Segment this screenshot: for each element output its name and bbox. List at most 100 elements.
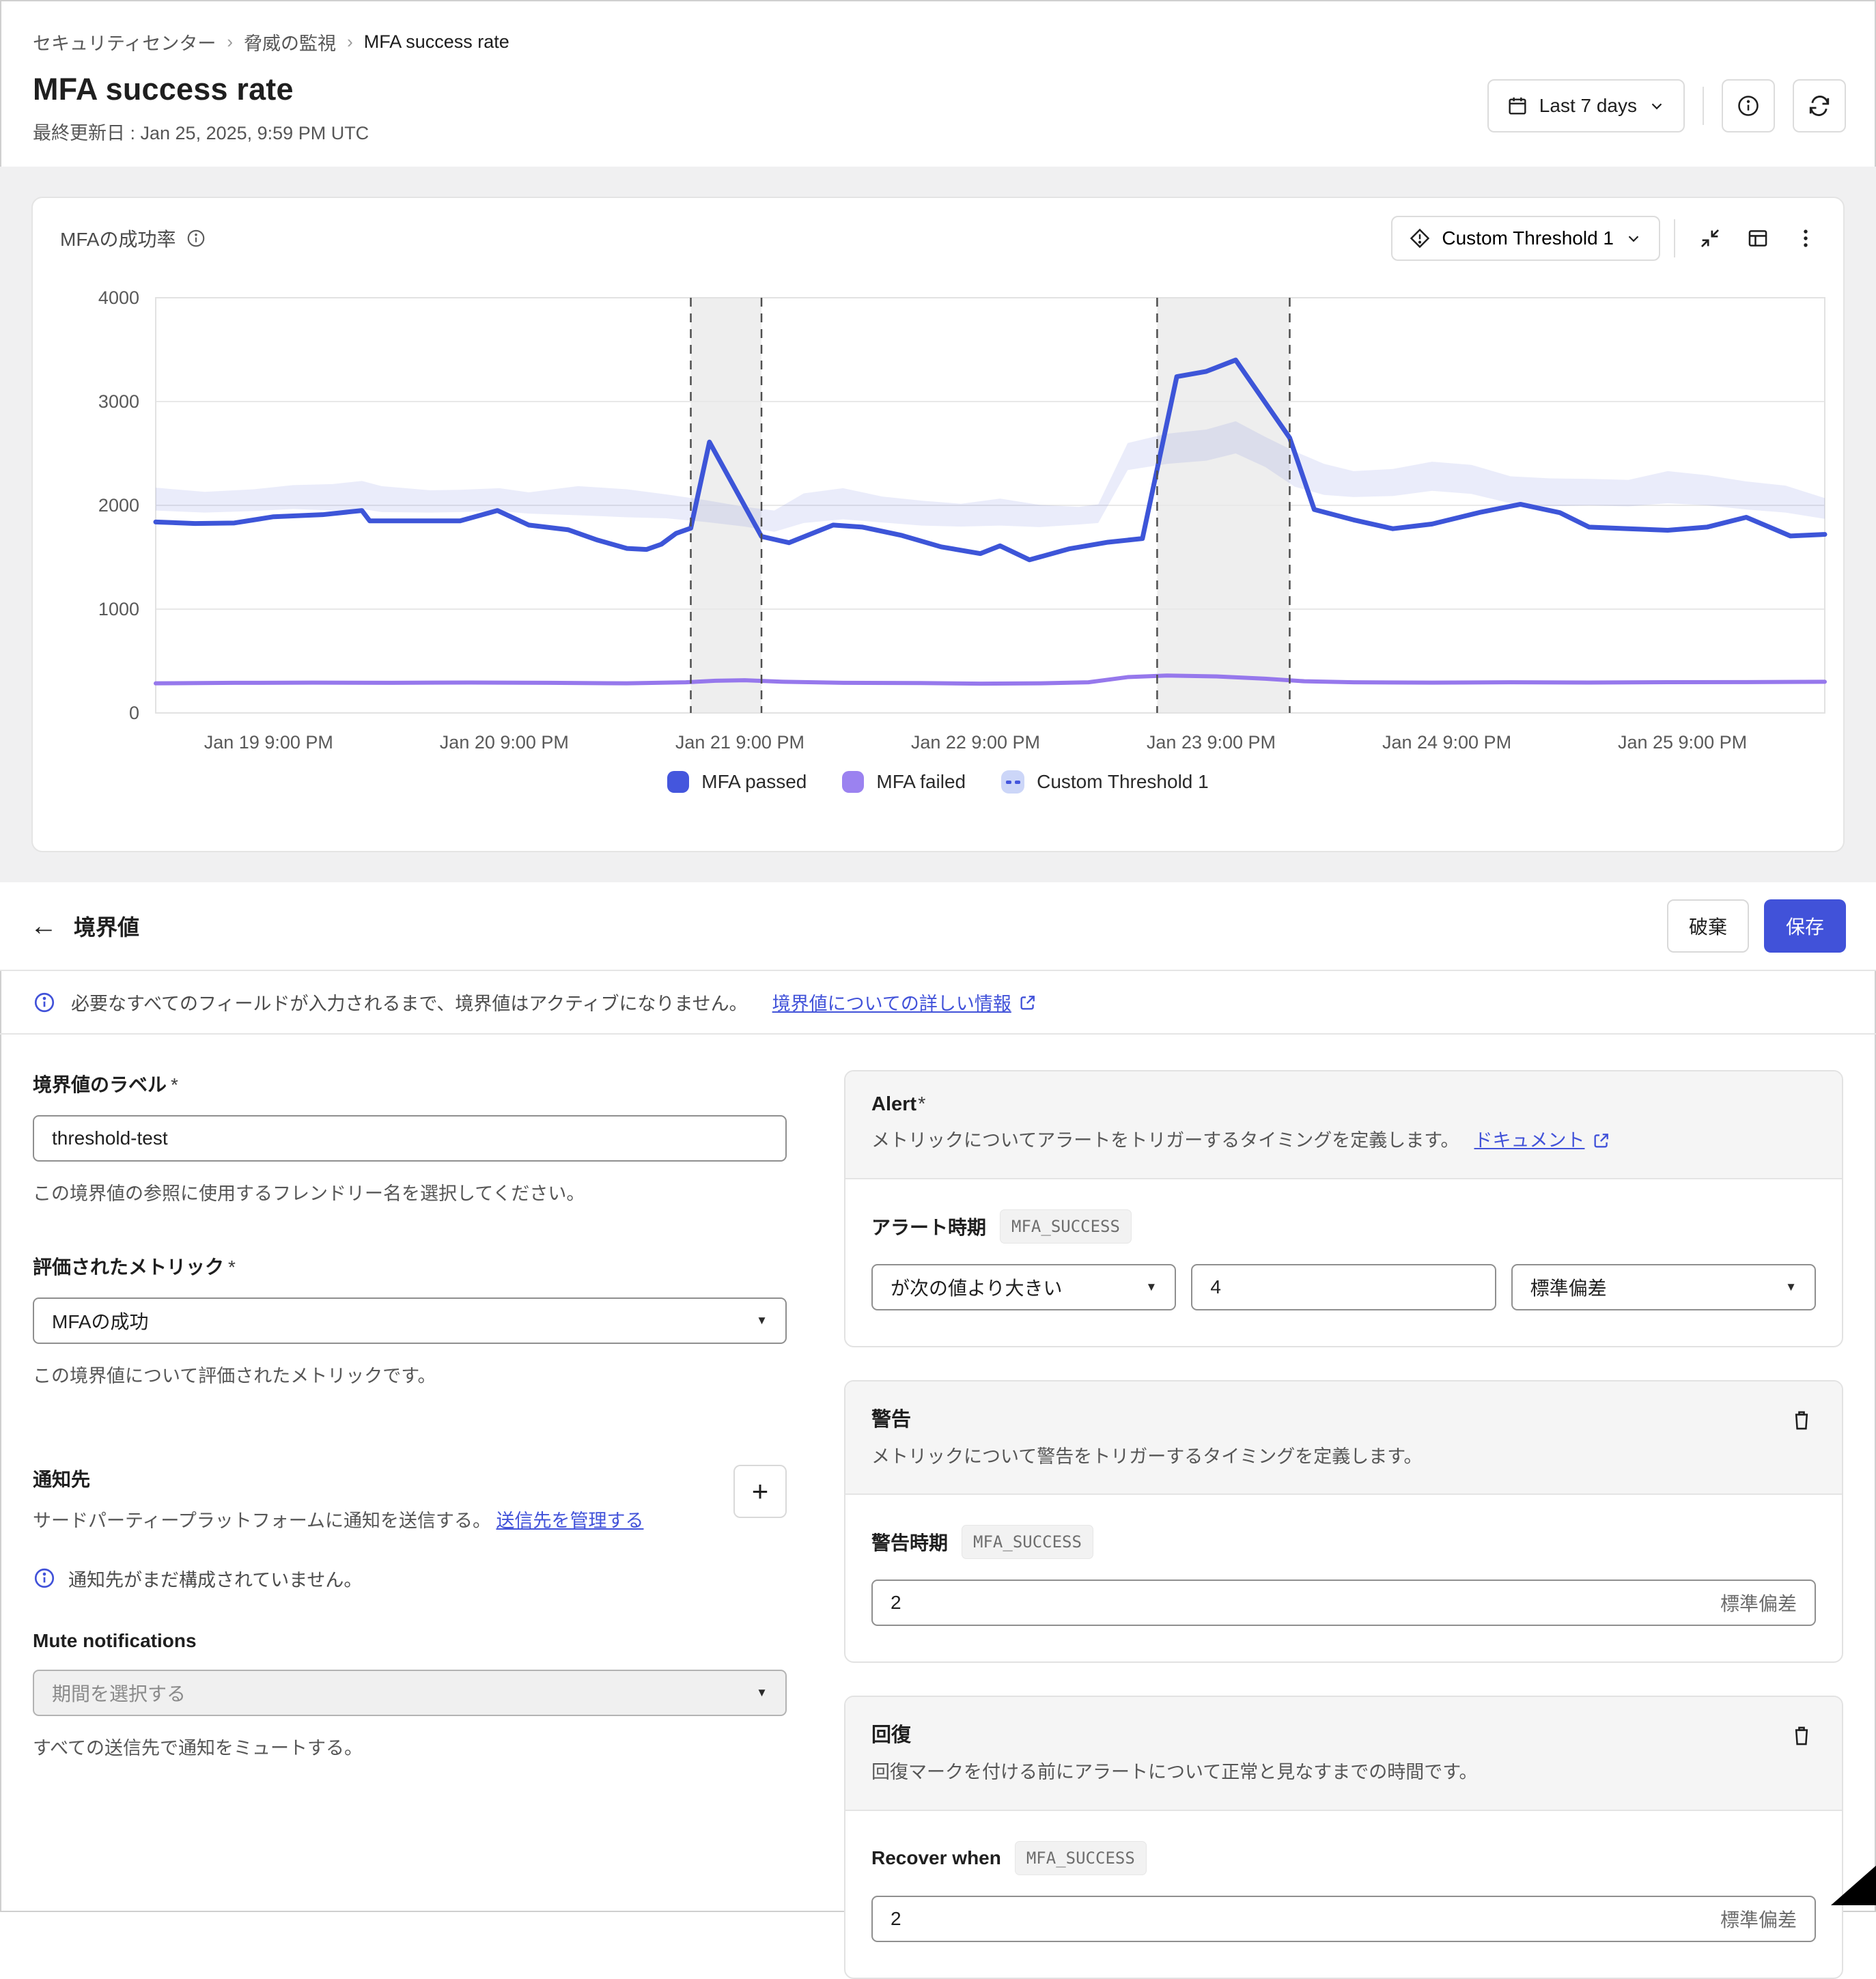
chevron-down-icon	[1625, 229, 1642, 247]
x-axis-label: Jan 24 9:00 PM	[1382, 732, 1511, 753]
discard-button[interactable]: 破棄	[1666, 899, 1749, 953]
info-icon[interactable]	[186, 228, 206, 249]
breadcrumb-separator: ›	[347, 31, 353, 52]
threshold-label-input[interactable]	[33, 1115, 787, 1162]
recovery-card-title: 回復	[871, 1724, 912, 1746]
mute-period-placeholder: 期間を選択する	[52, 1683, 186, 1704]
legend-item[interactable]: MFA failed	[842, 771, 966, 793]
recovery-card: 回復 回復マークを付ける前にアラートについて正常と見なすまでの時間です。 Rec…	[844, 1696, 1843, 1979]
refresh-button[interactable]	[1793, 79, 1846, 132]
threshold-info-link[interactable]: 境界値についての詳しい情報	[772, 989, 1011, 1015]
caret-down-icon: ▼	[1785, 1280, 1797, 1293]
legend-label: Custom Threshold 1	[1037, 771, 1209, 792]
divider	[1703, 87, 1704, 125]
y-axis-label: 0	[129, 703, 139, 723]
page-header: セキュリティセンター › 脅威の監視 › MFA success rate MF…	[0, 0, 1876, 167]
x-axis-label: Jan 19 9:00 PM	[204, 732, 333, 753]
evaluated-metric-help: この境界値について評価されたメトリックです。	[33, 1366, 436, 1387]
threshold-editor-bar: ← 境界値 破棄 保存	[0, 882, 1876, 971]
breadcrumb-threat-monitoring[interactable]: 脅威の監視	[244, 29, 336, 55]
threshold-selector[interactable]: Custom Threshold 1	[1391, 216, 1660, 261]
delete-warning-button[interactable]	[1782, 1401, 1821, 1440]
caret-down-icon: ▼	[756, 1314, 768, 1328]
mfa-failed-line	[154, 673, 1827, 686]
x-axis-label: Jan 21 9:00 PM	[675, 732, 804, 753]
caret-down-icon: ▼	[756, 1685, 768, 1699]
alert-doc-link[interactable]: ドキュメント	[1474, 1127, 1585, 1155]
date-range-button[interactable]: Last 7 days	[1487, 79, 1685, 132]
table-view-button[interactable]	[1737, 217, 1779, 259]
threshold-editor-title: 境界値	[74, 915, 140, 940]
manage-destinations-link[interactable]: 送信先を管理する	[496, 1511, 643, 1531]
kebab-icon	[1804, 229, 1808, 247]
x-axis-label: Jan 20 9:00 PM	[440, 732, 569, 753]
form-right-column: Alert* メトリックについてアラートをトリガーするタイミングを定義します。 …	[844, 1070, 1843, 1979]
mfa-passed-line	[153, 357, 1828, 563]
banner-text: 必要なすべてのフィールドが入力されるまで、境界値はアクティブになりません。	[71, 994, 748, 1014]
recovery-unit-suffix: 標準偏差	[1720, 1909, 1797, 1931]
threshold-form: 境界値のラベル* この境界値の参照に使用するフレンドリー名を選択してください。 …	[0, 1035, 1876, 1979]
add-notification-button[interactable]: +	[733, 1465, 787, 1519]
recovery-value-input[interactable]	[871, 1895, 1816, 1942]
chart-tools	[1689, 217, 1827, 259]
warning-card-desc: メトリックについて警告をトリガーするタイミングを定義します。	[871, 1446, 1423, 1467]
alert-diamond-icon	[1409, 227, 1431, 249]
alert-card: Alert* メトリックについてアラートをトリガーするタイミングを定義します。 …	[844, 1070, 1843, 1347]
notifications-desc: サードパーティープラットフォームに通知を送信する。	[33, 1511, 491, 1532]
mfa-success-rate-chart[interactable]: 0 1000 2000 3000 4000 Jan 19 9:00 PM Jan 20 9:…	[33, 270, 1873, 769]
recovery-when-label: Recover when	[871, 1847, 1001, 1868]
info-icon	[33, 1567, 56, 1590]
legend-label: MFA failed	[876, 771, 966, 792]
date-range-label: Last 7 days	[1539, 95, 1637, 116]
mute-period-select[interactable]: 期間を選択する ▼	[33, 1669, 787, 1716]
recovery-card-desc: 回復マークを付ける前にアラートについて正常と見なすまでの時間です。	[871, 1762, 1478, 1782]
mute-notifications-label: Mute notifications	[33, 1629, 197, 1651]
more-options-button[interactable]	[1784, 217, 1827, 259]
legend-marker	[1001, 770, 1025, 794]
warning-value-input[interactable]	[871, 1580, 1816, 1626]
legend-item[interactable]: Custom Threshold 1	[1001, 770, 1209, 794]
legend-marker	[667, 771, 690, 793]
form-left-column: 境界値のラベル* この境界値の参照に使用するフレンドリー名を選択してください。 …	[33, 1070, 787, 1979]
calendar-icon	[1507, 95, 1528, 117]
notifications-title: 通知先	[33, 1469, 91, 1491]
y-axis-label: 4000	[98, 287, 139, 308]
x-axis-label: Jan 22 9:00 PM	[911, 732, 1040, 753]
chart-card-header: MFAの成功率 Custom Threshold 1	[33, 198, 1843, 261]
refresh-icon	[1809, 96, 1830, 116]
y-axis-label: 2000	[98, 495, 139, 516]
back-arrow-icon[interactable]: ←	[30, 911, 74, 942]
alert-value-input[interactable]	[1191, 1263, 1496, 1310]
breadcrumb: セキュリティセンター › 脅威の監視 › MFA success rate	[33, 29, 1843, 55]
table-icon	[1748, 230, 1767, 247]
inactive-threshold-banner: 必要なすべてのフィールドが入力されるまで、境界値はアクティブになりません。 境界…	[0, 971, 1876, 1035]
chart-legend: MFA passed MFA failed Custom Threshold 1	[33, 770, 1843, 794]
chart-section: MFAの成功率 Custom Threshold 1 0 1000 2000 3…	[0, 167, 1876, 882]
warning-card: 警告 メトリックについて警告をトリガーするタイミングを定義します。 警告時期 M…	[844, 1379, 1843, 1663]
breadcrumb-security-center[interactable]: セキュリティセンター	[33, 29, 216, 55]
metric-badge: MFA_SUCCESS	[1014, 1840, 1147, 1875]
collapse-button[interactable]	[1689, 217, 1731, 259]
chart-title: MFAの成功率	[60, 229, 176, 250]
breadcrumb-separator: ›	[227, 31, 234, 52]
alert-unit-select[interactable]: 標準偏差 ▼	[1511, 1263, 1816, 1310]
evaluated-metric-value: MFAの成功	[52, 1311, 149, 1333]
info-button[interactable]	[1722, 79, 1775, 132]
legend-label: MFA passed	[701, 771, 807, 792]
y-axis-label: 1000	[98, 599, 139, 619]
legend-item[interactable]: MFA passed	[667, 771, 807, 793]
external-link-icon	[1018, 993, 1037, 1012]
threshold-label-help: この境界値の参照に使用するフレンドリー名を選択してください。	[33, 1183, 585, 1204]
alert-condition-select[interactable]: が次の値より大きい ▼	[871, 1263, 1177, 1310]
threshold-label-label: 境界値のラベル	[33, 1074, 167, 1095]
evaluated-metric-select[interactable]: MFAの成功 ▼	[33, 1297, 787, 1345]
save-button[interactable]: 保存	[1763, 899, 1846, 953]
alert-card-desc: メトリックについてアラートをトリガーするタイミングを定義します。	[871, 1130, 1459, 1151]
evaluated-metric-label: 評価されたメトリック	[33, 1257, 225, 1278]
external-link-icon	[1592, 1131, 1611, 1150]
delete-recovery-button[interactable]	[1782, 1716, 1821, 1756]
trash-icon	[1795, 1726, 1808, 1745]
metric-badge: MFA_SUCCESS	[962, 1525, 1093, 1559]
metric-badge: MFA_SUCCESS	[1000, 1209, 1132, 1244]
divider	[1674, 219, 1675, 257]
